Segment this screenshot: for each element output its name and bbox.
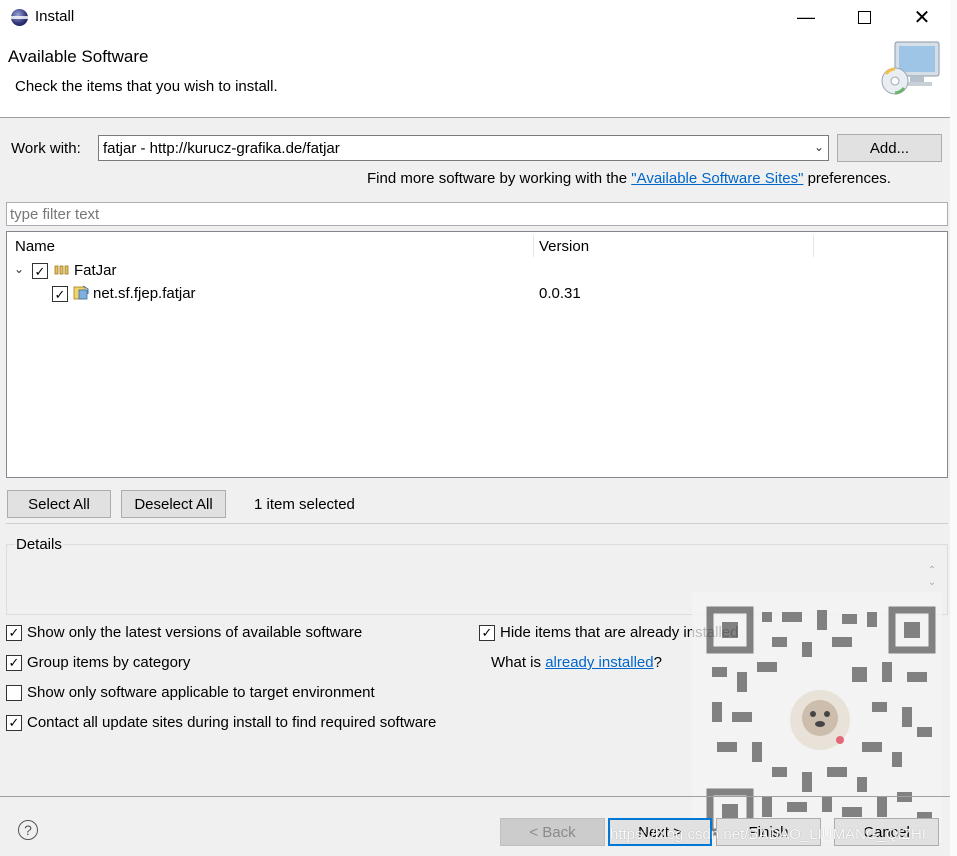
option-checkbox[interactable]: ✓ [479,624,495,641]
option-contact-update-sites[interactable]: ✓ Contact all update sites during instal… [6,714,436,731]
details-label: Details [15,536,63,553]
option-latest-versions[interactable]: ✓ Show only the latest versions of avail… [6,624,362,641]
find-more-prefix: Find more software by working with the [367,170,632,187]
install-software-icon [881,41,940,95]
find-more-suffix: preferences. [803,170,891,187]
watermark-url: https://blog.csdn.net/BADAO_LIUMANG_QIZH… [610,826,926,843]
category-icon [54,265,69,275]
what-is-prefix: What is [491,654,546,671]
maximize-button[interactable] [835,0,893,35]
window-title: Install [35,8,75,25]
close-icon: ✕ [913,7,931,29]
qr-code-watermark [692,592,942,842]
option-label: Show only the latest versions of availab… [27,624,363,641]
close-button[interactable]: ✕ [893,0,951,35]
tree-row-checkbox[interactable]: ✓ [52,286,68,302]
details-scroll-arrows-icon[interactable]: ⌃ ⌄ [925,565,939,591]
option-checkbox[interactable] [6,684,22,701]
page-subtitle: Check the items that you wish to install… [15,78,278,95]
work-with-combo[interactable]: fatjar - http://kurucz-grafika.de/fatjar… [98,135,829,161]
option-group-by-category[interactable]: ✓ Group items by category [6,654,190,671]
filter-input[interactable]: type filter text [6,202,948,226]
add-site-button[interactable]: Add... [837,134,942,162]
option-label: Group items by category [27,654,191,671]
minimize-icon: — [797,7,815,27]
software-tree[interactable]: Name Version ⌄ ✓ FatJar ✓ net.sf.fjep.fa… [6,231,948,478]
eclipse-app-icon [11,9,28,26]
maximize-icon [857,11,871,24]
select-all-button[interactable]: Select All [7,490,111,518]
work-with-label: Work with: [11,140,81,157]
option-label: Contact all update sites during install … [27,714,437,731]
column-divider[interactable] [813,235,814,257]
minimize-button[interactable]: — [777,0,835,35]
deselect-all-button[interactable]: Deselect All [121,490,226,518]
column-header-version[interactable]: Version [539,232,589,260]
option-label: Show only software applicable to target … [27,684,375,701]
tree-row[interactable]: ⌄ ✓ FatJar [7,260,947,283]
column-header-name[interactable]: Name [15,232,55,260]
footer-divider [0,796,957,797]
feature-icon [73,285,89,300]
expand-chevron-icon[interactable]: ⌄ [14,262,24,276]
option-target-environment[interactable]: Show only software applicable to target … [6,684,375,701]
chevron-down-icon[interactable]: ⌄ [814,140,824,154]
tree-row-checkbox[interactable]: ✓ [32,263,48,279]
already-installed-link[interactable]: already installed [545,654,653,671]
option-checkbox[interactable]: ✓ [6,714,22,731]
what-is-installed-text: What is already installed? [491,654,662,671]
help-icon[interactable]: ? [18,820,38,840]
filter-placeholder: type filter text [10,206,100,223]
back-button[interactable]: < Back [500,818,605,846]
find-more-text: Find more software by working with the "… [367,170,891,187]
tree-item-version: 0.0.31 [539,285,581,302]
tree-item-name: FatJar [74,262,117,279]
tree-item-name: net.sf.fjep.fatjar [93,285,196,302]
selection-status: 1 item selected [254,496,355,513]
page-title: Available Software [8,47,149,66]
tree-row[interactable]: ✓ net.sf.fjep.fatjar 0.0.31 [7,283,947,306]
option-checkbox[interactable]: ✓ [6,624,22,641]
what-is-suffix: ? [653,654,662,671]
divider [6,523,948,524]
column-divider[interactable] [533,235,534,257]
option-checkbox[interactable]: ✓ [6,654,22,671]
available-software-sites-link[interactable]: "Available Software Sites" [631,170,803,187]
window-edge [950,0,957,856]
work-with-value: fatjar - http://kurucz-grafika.de/fatjar [103,140,340,157]
